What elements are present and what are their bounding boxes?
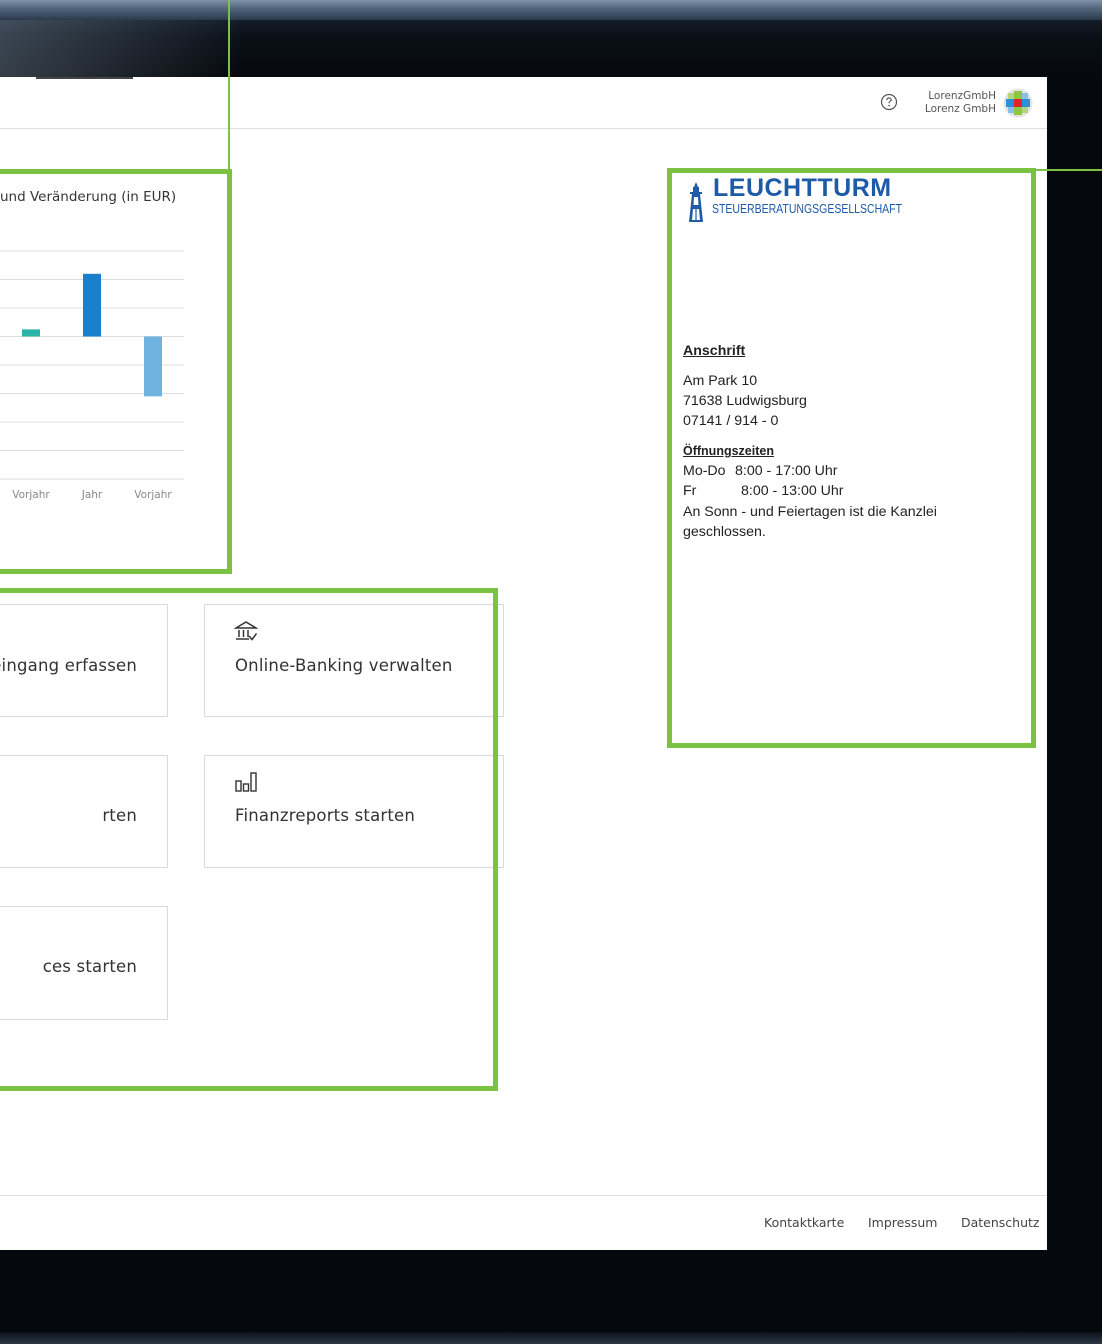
top-bar: LorenzGmbH Lorenz GmbH [0,77,1047,129]
monitor-base-edge [0,1332,1102,1344]
footer-link-impressum[interactable]: Impressum [868,1215,937,1230]
help-circle-icon[interactable] [880,93,898,111]
footer-link-kontaktkarte[interactable]: Kontaktkarte [764,1215,844,1230]
highlight-frame-chart [0,169,232,574]
window-chrome-strip [0,0,1102,20]
user-company-name: Lorenz GmbH [924,103,996,115]
desktop-background-top [0,0,1102,78]
footer: Kontaktkarte Impressum Datenschutz [0,1195,1047,1250]
user-menu[interactable]: LorenzGmbH Lorenz GmbH [925,90,996,116]
highlight-frame-info [667,168,1036,748]
footer-link-datenschutz[interactable]: Datenschutz [961,1215,1040,1230]
user-login-name: LorenzGmbH [928,90,996,102]
highlight-connector-info [1035,169,1102,171]
desktop-background-bottom [0,1250,1102,1344]
highlight-connector-chart [228,0,230,172]
desktop-reflection [0,20,240,78]
highlight-frame-tiles [0,588,498,1091]
avatar[interactable] [1003,88,1033,118]
